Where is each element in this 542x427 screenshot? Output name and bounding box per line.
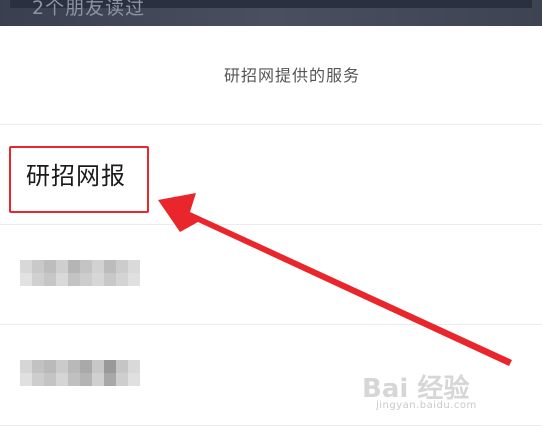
screen: 2个朋友读过 研招网提供的服务 研招网报 Bai 经验 jingyan.baid… xyxy=(0,0,542,427)
arrow-shape xyxy=(158,193,512,366)
annotation-arrow-icon xyxy=(158,193,512,366)
